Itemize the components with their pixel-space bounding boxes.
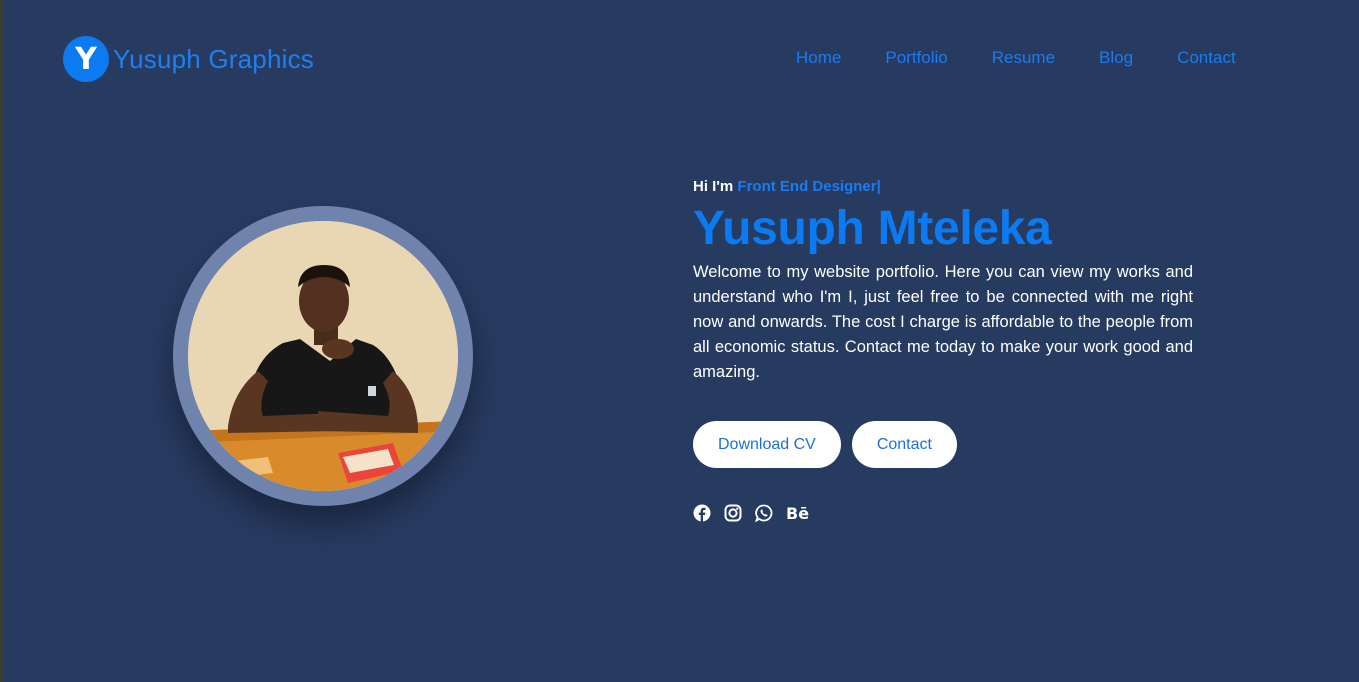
profile-photo-illustration <box>188 221 458 491</box>
nav-blog[interactable]: Blog <box>1099 48 1133 68</box>
hero-section: Hi I'm Front End Designer| Yusuph Mtelek… <box>693 178 1193 523</box>
hero-buttons: Download CV Contact <box>693 421 1193 468</box>
role-text: Front End Designer| <box>737 178 881 195</box>
contact-button[interactable]: Contact <box>851 421 957 468</box>
avatar-ring <box>173 206 473 506</box>
page: Y Yusuph Graphics Home Portfolio Resume … <box>0 0 1359 682</box>
download-cv-button[interactable]: Download CV <box>693 421 841 468</box>
profile-photo <box>188 221 458 491</box>
nav-home[interactable]: Home <box>796 48 841 68</box>
instagram-icon[interactable] <box>724 504 742 522</box>
nav-portfolio[interactable]: Portfolio <box>885 48 947 68</box>
nav-contact[interactable]: Contact <box>1177 48 1236 68</box>
site-logo[interactable]: Y Yusuph Graphics <box>63 36 314 82</box>
hero-bio: Welcome to my website portfolio. Here yo… <box>693 263 1193 381</box>
facebook-icon[interactable] <box>693 504 711 522</box>
main-nav: Home Portfolio Resume Blog Contact <box>796 48 1236 68</box>
nav-resume[interactable]: Resume <box>992 48 1055 68</box>
social-links: Bē <box>693 504 1193 523</box>
whatsapp-icon[interactable] <box>755 504 773 522</box>
greeting: Hi I'm Front End Designer| <box>693 178 1193 195</box>
logo-badge: Y <box>63 36 109 82</box>
hero-name: Yusuph Mteleka <box>693 202 1052 255</box>
greeting-prefix: Hi I'm <box>693 178 738 195</box>
behance-icon[interactable]: Bē <box>786 504 809 523</box>
logo-text: Yusuph Graphics <box>113 43 315 74</box>
